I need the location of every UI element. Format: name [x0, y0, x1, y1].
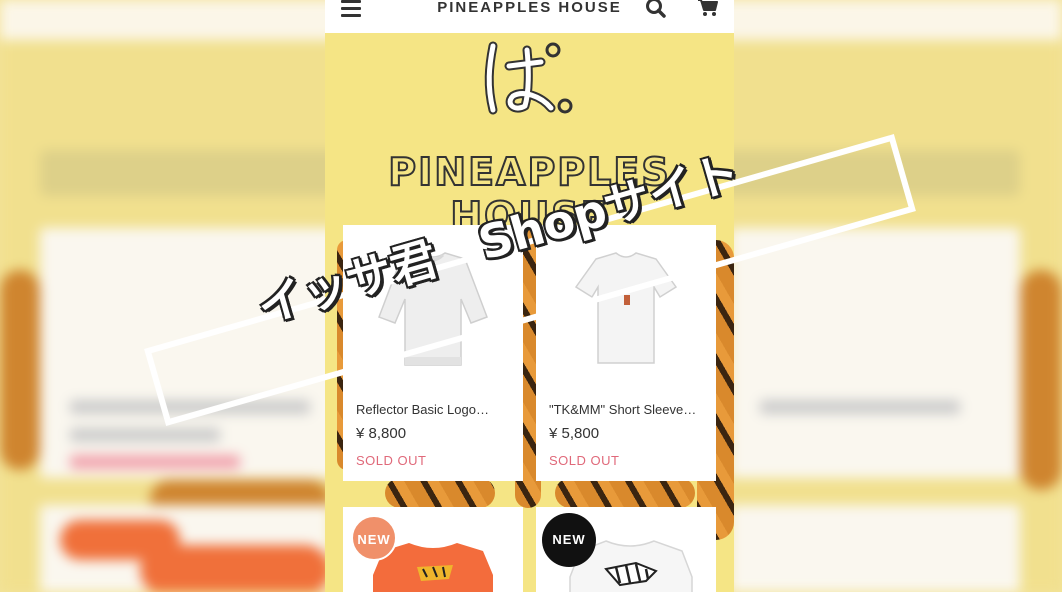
cart-icon[interactable]: [697, 0, 719, 18]
search-icon[interactable]: [645, 0, 667, 18]
product-name[interactable]: "TK&MM" Short Sleeve…: [549, 402, 696, 417]
product-name[interactable]: Reflector Basic Logo…: [356, 402, 489, 417]
new-badge: NEW: [542, 513, 596, 567]
sold-out-label: SOLD OUT: [549, 453, 620, 468]
product-price: ¥ 5,800: [549, 425, 600, 442]
logo-mark: [484, 41, 573, 115]
product-card[interactable]: NEW: [343, 507, 523, 592]
tiger-pattern-decoration: [555, 478, 695, 508]
site-brand[interactable]: PINEAPPLES HOUSE: [325, 0, 734, 16]
sold-out-label: SOLD OUT: [356, 453, 427, 468]
tiger-pattern-decoration: [385, 478, 495, 508]
product-price: ¥ 8,800: [356, 425, 407, 442]
top-nav-bar: PINEAPPLES HOUSE: [325, 0, 734, 33]
product-card[interactable]: NEW: [536, 507, 716, 592]
new-badge: NEW: [351, 515, 397, 561]
